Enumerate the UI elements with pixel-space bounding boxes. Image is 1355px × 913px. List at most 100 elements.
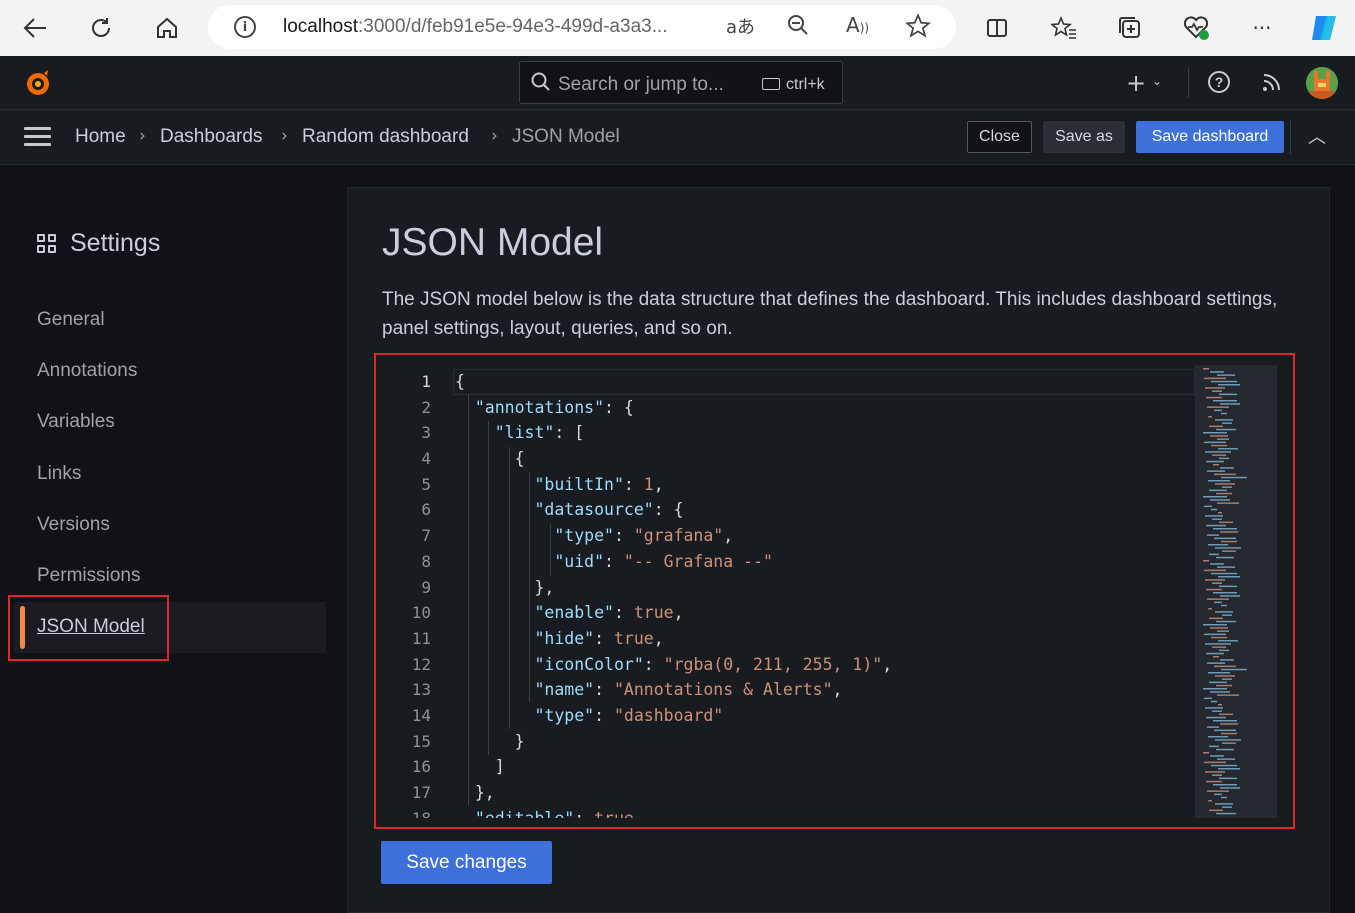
code-line[interactable]: }: [455, 729, 892, 755]
breadcrumb-random-dashboard[interactable]: Random dashboard: [302, 126, 469, 148]
minimap-line: [1210, 499, 1230, 501]
editor-minimap[interactable]: [1195, 365, 1277, 818]
minimap-line: [1220, 531, 1238, 533]
breadcrumb-bar: Home › Dashboards › Random dashboard › J…: [0, 110, 1355, 165]
browser-essentials-icon[interactable]: [1178, 10, 1214, 46]
minimap-line: [1211, 572, 1237, 575]
minimap-line: [1209, 489, 1227, 492]
json-code-editor[interactable]: 123456789101112131415161718 { "annotatio…: [381, 365, 1277, 818]
minimap-line: [1222, 550, 1236, 552]
close-button[interactable]: Close: [967, 121, 1032, 153]
code-line[interactable]: "enable": true,: [455, 600, 892, 626]
minimap-line: [1221, 604, 1227, 607]
minimap-line: [1216, 428, 1236, 431]
minimap-line: [1206, 524, 1226, 527]
minimap-line: [1204, 633, 1226, 636]
code-line[interactable]: "hide": true,: [455, 626, 892, 652]
minimap-line: [1207, 790, 1229, 792]
breadcrumb-home[interactable]: Home: [75, 126, 126, 148]
minimap-line: [1215, 611, 1233, 613]
breadcrumb-dashboards[interactable]: Dashboards: [160, 126, 262, 148]
user-avatar[interactable]: [1306, 67, 1338, 99]
sidebar-item-variables[interactable]: Variables: [37, 411, 115, 433]
minimap-line: [1218, 384, 1240, 386]
code-line[interactable]: "builtIn": 1,: [455, 472, 892, 498]
chevron-right-icon: ›: [491, 126, 498, 146]
code-line[interactable]: },: [455, 780, 892, 806]
divider: [1290, 120, 1291, 154]
sidebar-item-general[interactable]: General: [37, 309, 105, 331]
zoom-out-icon[interactable]: [786, 13, 810, 42]
code-line[interactable]: "uid": "-- Grafana --": [455, 549, 892, 575]
minimap-line: [1204, 377, 1226, 380]
collections-icon[interactable]: [1112, 10, 1148, 46]
sidebar-item-links[interactable]: Links: [37, 463, 81, 485]
search-input[interactable]: Search or jump to... ctrl+k: [519, 61, 843, 104]
home-icon[interactable]: [149, 10, 185, 46]
copilot-icon[interactable]: [1306, 10, 1342, 46]
sidebar-item-permissions[interactable]: Permissions: [37, 565, 140, 587]
code-line[interactable]: {: [455, 446, 892, 472]
split-screen-icon[interactable]: [979, 10, 1015, 46]
minimap-line: [1218, 704, 1222, 706]
help-icon[interactable]: ?: [1208, 71, 1230, 93]
address-bar[interactable]: i localhost:3000/d/feb91e5e-94e3-499d-a3…: [208, 5, 956, 49]
minimap-line: [1213, 720, 1237, 722]
code-line[interactable]: },: [455, 575, 892, 601]
minimap-line: [1215, 547, 1241, 549]
minimap-line: [1222, 614, 1232, 616]
add-new-icon[interactable]: +: [1126, 69, 1146, 97]
line-number: 16: [411, 757, 431, 777]
menu-icon[interactable]: [24, 127, 51, 147]
line-number: 2: [421, 397, 431, 417]
minimap-line: [1220, 723, 1238, 725]
minimap-line: [1213, 592, 1237, 594]
code-line[interactable]: "type": "dashboard": [455, 703, 892, 729]
code-line[interactable]: "type": "grafana",: [455, 523, 892, 549]
read-aloud-icon[interactable]: A)): [846, 13, 869, 37]
minimap-line: [1212, 582, 1222, 584]
line-number-gutter: 123456789101112131415161718: [381, 369, 431, 818]
code-line[interactable]: "list": [: [455, 420, 892, 446]
grafana-logo-icon[interactable]: [22, 67, 54, 99]
save-changes-button[interactable]: Save changes: [381, 841, 552, 884]
minimap-line: [1208, 608, 1212, 610]
browser-toolbar: i localhost:3000/d/feb91e5e-94e3-499d-a3…: [0, 0, 1355, 56]
minimap-line: [1219, 649, 1229, 652]
news-feed-icon[interactable]: [1260, 70, 1284, 94]
minimap-line: [1210, 371, 1224, 373]
minimap-line: [1215, 483, 1235, 485]
code-line[interactable]: "annotations": {: [455, 395, 892, 421]
code-line[interactable]: "iconColor": "rgba(0, 211, 255, 1)",: [455, 652, 892, 678]
code-line[interactable]: "name": "Annotations & Alerts",: [455, 677, 892, 703]
settings-sidebar: Settings General Annotations Variables L…: [0, 166, 340, 913]
code-lines[interactable]: { "annotations": { "list": [ { "builtIn"…: [455, 369, 892, 818]
minimap-line: [1212, 454, 1226, 456]
minimap-line: [1219, 713, 1233, 716]
sidebar-item-annotations[interactable]: Annotations: [37, 360, 137, 382]
code-line[interactable]: {: [455, 369, 892, 395]
minimap-line: [1204, 505, 1212, 508]
minimap-line: [1206, 780, 1222, 783]
minimap-line: [1214, 601, 1222, 604]
minimap-line: [1209, 617, 1223, 620]
chevron-up-icon[interactable]: ︿: [1308, 123, 1326, 149]
chevron-down-icon[interactable]: ⌄: [1152, 74, 1162, 88]
code-line[interactable]: ]: [455, 754, 892, 780]
site-info-icon[interactable]: i: [234, 16, 256, 38]
refresh-icon[interactable]: [83, 10, 119, 46]
save-dashboard-button[interactable]: Save dashboard: [1136, 121, 1284, 153]
favorite-star-icon[interactable]: [904, 12, 932, 44]
favorites-icon[interactable]: [1046, 10, 1082, 46]
minimap-line: [1205, 707, 1223, 709]
minimap-line: [1203, 624, 1227, 626]
translate-icon[interactable]: aあ: [726, 13, 755, 39]
back-icon[interactable]: [17, 10, 53, 46]
save-as-button[interactable]: Save as: [1043, 121, 1125, 153]
code-line[interactable]: "datasource": {: [455, 497, 892, 523]
more-menu-icon[interactable]: ···: [1244, 10, 1280, 46]
minimap-line: [1216, 684, 1232, 687]
sidebar-item-versions[interactable]: Versions: [37, 514, 110, 536]
code-line[interactable]: "editable": true,: [455, 806, 892, 818]
minimap-line: [1203, 560, 1209, 562]
